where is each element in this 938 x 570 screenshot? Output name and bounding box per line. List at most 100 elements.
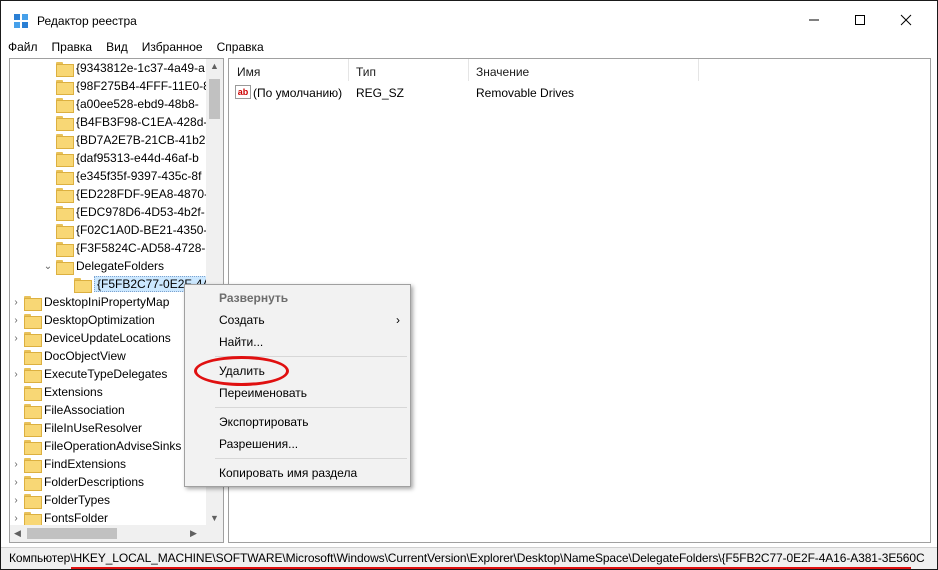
- tree-item-label: DeviceUpdateLocations: [44, 331, 171, 345]
- chevron-right-icon[interactable]: ›: [10, 297, 22, 308]
- menu-item-find[interactable]: Найти...: [185, 331, 410, 353]
- folder-icon: [24, 313, 42, 329]
- close-button[interactable]: [883, 1, 929, 39]
- maximize-button[interactable]: [837, 1, 883, 39]
- column-separator[interactable]: [348, 59, 349, 81]
- tree-item-label: FileAssociation: [44, 403, 125, 417]
- menu-file[interactable]: Файл: [1, 39, 45, 57]
- tree-item[interactable]: {9343812e-1c37-4a49-a: [54, 59, 205, 77]
- tree-item-label: FileInUseResolver: [44, 421, 143, 435]
- chevron-right-icon[interactable]: ›: [10, 333, 22, 344]
- tree-horizontal-scrollbar[interactable]: ◀ ▶: [10, 525, 223, 542]
- folder-icon: [56, 133, 74, 149]
- scrollbar-thumb[interactable]: [209, 79, 220, 119]
- tree-item[interactable]: {B4FB3F98-C1EA-428d-: [54, 113, 207, 131]
- menu-item-rename[interactable]: Переименовать: [185, 382, 410, 404]
- tree-item[interactable]: › FolderTypes: [10, 491, 110, 509]
- tree-item[interactable]: › DeviceUpdateLocations: [10, 329, 171, 347]
- tree-item[interactable]: {BD7A2E7B-21CB-41b2: [54, 131, 205, 149]
- tree-item[interactable]: {F3F5824C-AD58-4728-: [54, 239, 205, 257]
- tree-item[interactable]: › FolderDescriptions: [10, 473, 144, 491]
- menu-item-export[interactable]: Экспортировать: [185, 411, 410, 433]
- tree-item-label: {F3F5824C-AD58-4728-: [76, 241, 206, 255]
- scroll-right-icon[interactable]: ▶: [190, 528, 197, 539]
- scrollbar-thumb[interactable]: [27, 528, 117, 539]
- table-row[interactable]: ab (По умолчанию) REG_SZ Removable Drive…: [229, 85, 929, 103]
- tree-item[interactable]: {a00ee528-ebd9-48b8-: [54, 95, 199, 113]
- menu-help[interactable]: Справка: [210, 39, 271, 57]
- menu-item-label: Копировать имя раздела: [219, 466, 358, 480]
- tree-item[interactable]: › ExecuteTypeDelegates: [10, 365, 167, 383]
- tree-item-label: FolderDescriptions: [44, 475, 145, 489]
- tree-item[interactable]: {F02C1A0D-BE21-4350-: [54, 221, 207, 239]
- tree-item-label: {9343812e-1c37-4a49-a: [76, 61, 205, 75]
- menu-item-permissions[interactable]: Разрешения...: [185, 433, 410, 455]
- minimize-button[interactable]: [791, 1, 837, 39]
- folder-icon: [24, 421, 42, 437]
- tree-item[interactable]: {EDC978D6-4D53-4b2f-: [54, 203, 205, 221]
- tree-item-label: FileOperationAdviseSinks: [44, 439, 182, 453]
- tree-item[interactable]: › FindExtensions: [10, 455, 126, 473]
- column-header-type[interactable]: Тип: [356, 65, 376, 79]
- folder-icon: [56, 205, 74, 221]
- title-bar[interactable]: Редактор реестра: [1, 1, 937, 39]
- tree-item-label: {BD7A2E7B-21CB-41b2: [76, 133, 206, 147]
- tree-item[interactable]: FileAssociation: [10, 401, 125, 419]
- menu-edit[interactable]: Правка: [45, 39, 100, 57]
- tree-item[interactable]: {ED228FDF-9EA8-4870-: [54, 185, 208, 203]
- menu-favorites[interactable]: Избранное: [135, 39, 210, 57]
- folder-icon: [24, 367, 42, 383]
- chevron-right-icon[interactable]: ›: [10, 513, 22, 524]
- menu-item-create[interactable]: Создать ›: [185, 309, 410, 331]
- chevron-right-icon[interactable]: ›: [10, 459, 22, 470]
- folder-icon: [56, 61, 74, 77]
- submenu-arrow-icon: ›: [396, 313, 400, 327]
- menu-item-expand[interactable]: Развернуть: [185, 287, 410, 309]
- tree-item[interactable]: {98F275B4-4FFF-11E0-8: [54, 77, 210, 95]
- scroll-down-icon[interactable]: ▼: [210, 513, 219, 523]
- menu-item-label: Развернуть: [219, 291, 289, 305]
- tree-item-label: Extensions: [44, 385, 103, 399]
- tree-item-delegatefolders[interactable]: ⌄ DelegateFolders: [42, 257, 164, 275]
- chevron-right-icon[interactable]: ›: [10, 369, 22, 380]
- folder-icon: [24, 511, 42, 527]
- folder-icon: [24, 439, 42, 455]
- tree-item-label: FontsFolder: [44, 511, 109, 525]
- menu-item-copy-key-name[interactable]: Копировать имя раздела: [185, 462, 410, 484]
- tree-item[interactable]: FileInUseResolver: [10, 419, 142, 437]
- tree-item-label: {a00ee528-ebd9-48b8-: [76, 97, 199, 111]
- folder-icon: [56, 115, 74, 131]
- folder-icon: [24, 295, 42, 311]
- menu-item-label: Найти...: [219, 335, 264, 349]
- folder-icon: [56, 151, 74, 167]
- chevron-right-icon[interactable]: ›: [10, 495, 22, 506]
- tree-item[interactable]: {daf95313-e44d-46af-b: [54, 149, 199, 167]
- scroll-up-icon[interactable]: ▲: [210, 61, 219, 71]
- chevron-right-icon[interactable]: ›: [10, 477, 22, 488]
- column-separator[interactable]: [468, 59, 469, 81]
- tree-item[interactable]: {e345f35f-9397-435c-8f: [54, 167, 201, 185]
- tree-item-label: {e345f35f-9397-435c-8f: [76, 169, 202, 183]
- chevron-right-icon[interactable]: ›: [10, 315, 22, 326]
- column-separator[interactable]: [698, 59, 699, 81]
- tree-item[interactable]: Extensions: [10, 383, 103, 401]
- minimize-icon: [809, 19, 819, 21]
- scroll-left-icon[interactable]: ◀: [14, 528, 21, 539]
- folder-icon: [24, 493, 42, 509]
- tree-item[interactable]: DocObjectView: [10, 347, 126, 365]
- tree-item[interactable]: FileOperationAdviseSinks: [10, 437, 181, 455]
- tree-item[interactable]: › DesktopOptimization: [10, 311, 155, 329]
- folder-icon: [56, 169, 74, 185]
- menu-view[interactable]: Вид: [99, 39, 135, 57]
- column-header-value[interactable]: Значение: [476, 65, 529, 79]
- folder-icon: [24, 457, 42, 473]
- value-name: (По умолчанию): [253, 86, 343, 100]
- folder-icon: [56, 223, 74, 239]
- menu-separator: [215, 407, 407, 408]
- column-header-name[interactable]: Имя: [237, 65, 260, 79]
- tree-item[interactable]: › DesktopIniPropertyMap: [10, 293, 169, 311]
- folder-icon: [74, 277, 92, 293]
- menu-bar: Файл Правка Вид Избранное Справка: [1, 39, 937, 57]
- folder-icon: [56, 187, 74, 203]
- chevron-down-icon[interactable]: ⌄: [42, 261, 54, 272]
